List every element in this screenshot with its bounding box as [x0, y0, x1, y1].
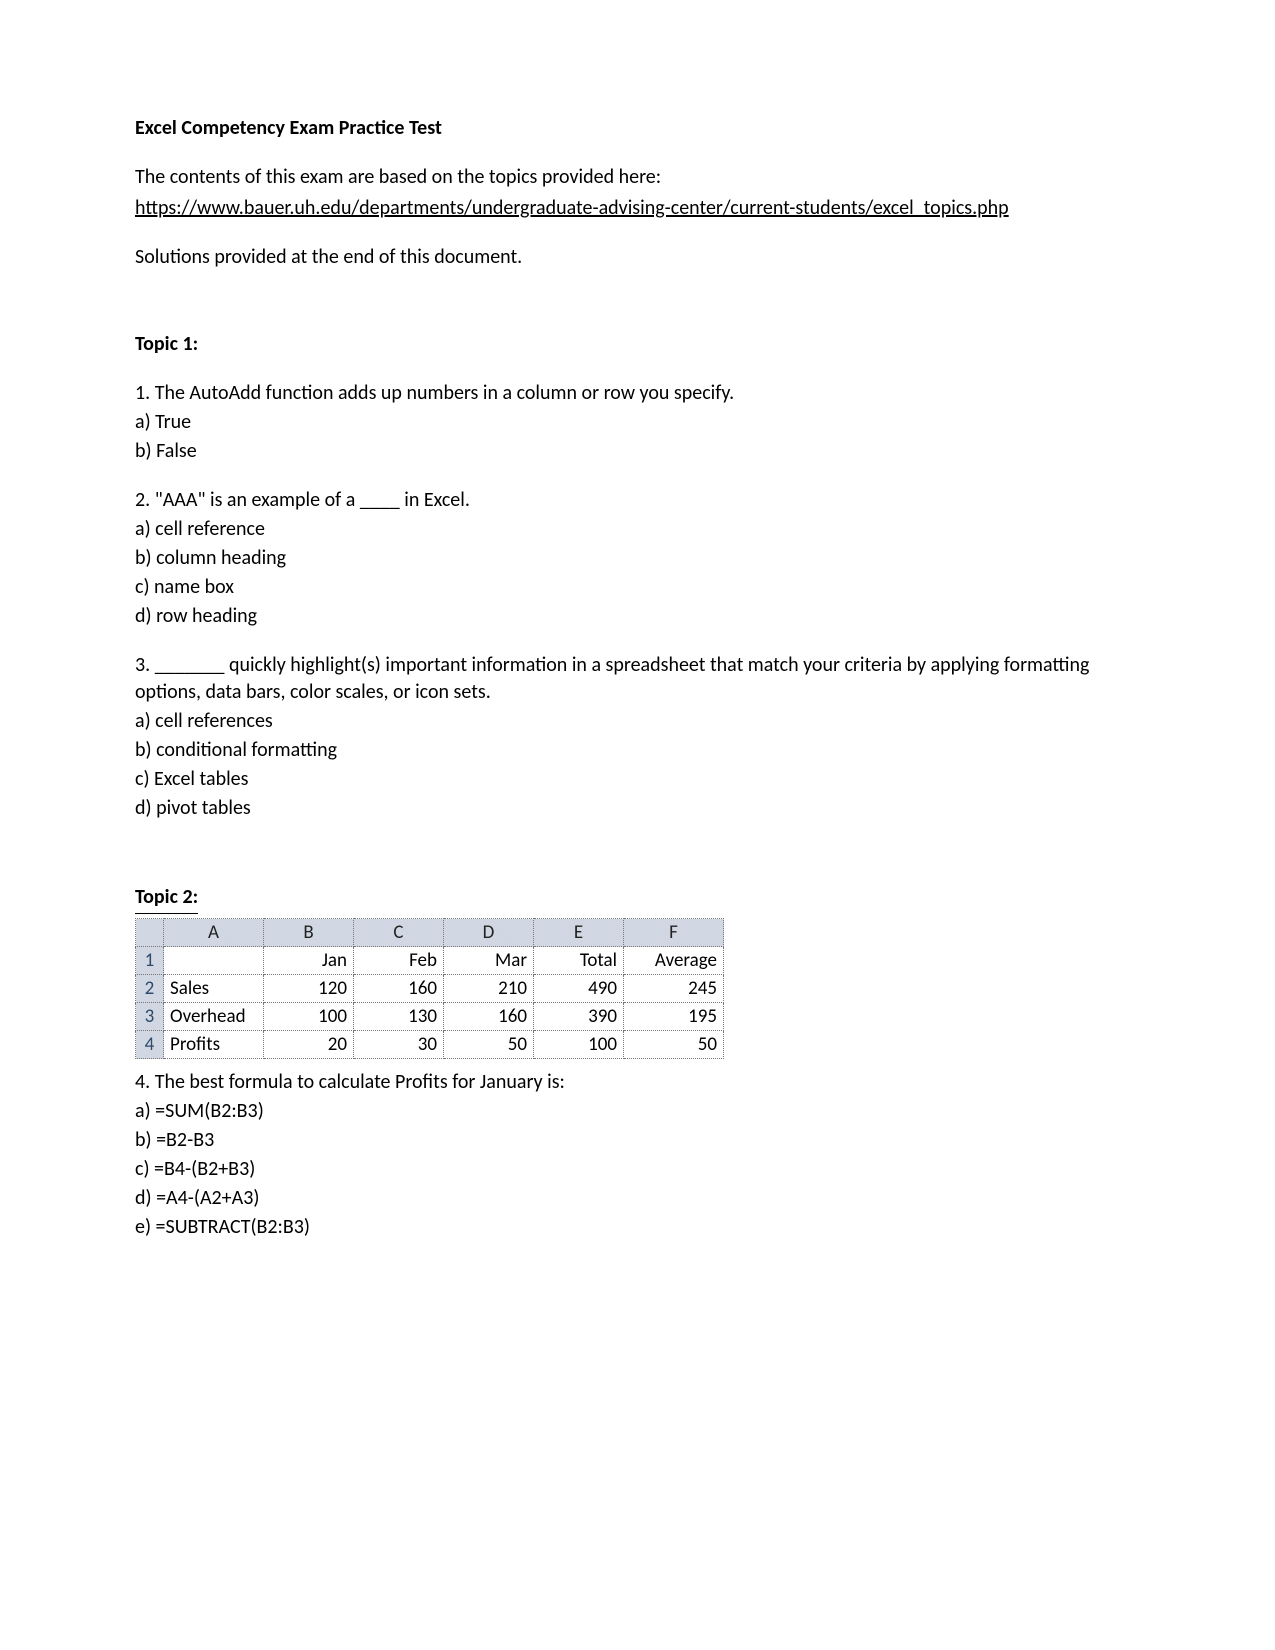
table-row: 2 Sales 120 160 210 490 245 — [136, 975, 724, 1003]
cell-C2: 160 — [354, 975, 444, 1003]
q2-option-a: a) cell reference — [135, 516, 1140, 543]
topic-2-heading: Topic 2: — [135, 884, 198, 914]
cell-F4: 50 — [624, 1031, 724, 1059]
table-row: 4 Profits 20 30 50 100 50 — [136, 1031, 724, 1059]
q3-option-c: c) Excel tables — [135, 766, 1140, 793]
q3-option-b: b) conditional formatting — [135, 737, 1140, 764]
q2-option-c: c) name box — [135, 574, 1140, 601]
cell-F1: Average — [624, 947, 724, 975]
cell-A1 — [164, 947, 264, 975]
q4-option-d: d) =A4-(A2+A3) — [135, 1185, 1140, 1212]
col-header-A: A — [164, 919, 264, 947]
cell-E4: 100 — [534, 1031, 624, 1059]
q3-option-d: d) pivot tables — [135, 795, 1140, 822]
q4-stem: 4. The best formula to calculate Profits… — [135, 1069, 1140, 1096]
q4-option-e: e) =SUBTRACT(B2:B3) — [135, 1214, 1140, 1241]
topic-1-heading: Topic 1: — [135, 331, 1140, 358]
cell-D1: Mar — [444, 947, 534, 975]
excel-table: A B C D E F 1 Jan Feb Mar Total Average … — [135, 918, 1140, 1059]
cell-E1: Total — [534, 947, 624, 975]
q2-stem: 2. "AAA" is an example of a ____ in Exce… — [135, 487, 1140, 514]
q2-option-d: d) row heading — [135, 603, 1140, 630]
page-title: Excel Competency Exam Practice Test — [135, 115, 1140, 142]
col-header-B: B — [264, 919, 354, 947]
table-row: 1 Jan Feb Mar Total Average — [136, 947, 724, 975]
cell-D2: 210 — [444, 975, 534, 1003]
spreadsheet: A B C D E F 1 Jan Feb Mar Total Average … — [135, 918, 724, 1059]
cell-C1: Feb — [354, 947, 444, 975]
col-header-D: D — [444, 919, 534, 947]
cell-B1: Jan — [264, 947, 354, 975]
q4-option-b: b) =B2-B3 — [135, 1127, 1140, 1154]
col-header-E: E — [534, 919, 624, 947]
question-1: 1. The AutoAdd function adds up numbers … — [135, 380, 1140, 465]
cell-A2: Sales — [164, 975, 264, 1003]
column-header-row: A B C D E F — [136, 919, 724, 947]
q2-option-b: b) column heading — [135, 545, 1140, 572]
col-header-C: C — [354, 919, 444, 947]
cell-C4: 30 — [354, 1031, 444, 1059]
col-header-F: F — [624, 919, 724, 947]
q4-option-a: a) =SUM(B2:B3) — [135, 1098, 1140, 1125]
table-row: 3 Overhead 100 130 160 390 195 — [136, 1003, 724, 1031]
q1-option-b: b) False — [135, 438, 1140, 465]
cell-B4: 20 — [264, 1031, 354, 1059]
question-2: 2. "AAA" is an example of a ____ in Exce… — [135, 487, 1140, 630]
topics-link[interactable]: https://www.bauer.uh.edu/departments/und… — [135, 196, 1009, 220]
cell-E3: 390 — [534, 1003, 624, 1031]
row-num-4: 4 — [136, 1031, 164, 1059]
cell-A4: Profits — [164, 1031, 264, 1059]
row-num-1: 1 — [136, 947, 164, 975]
row-num-3: 3 — [136, 1003, 164, 1031]
cell-A3: Overhead — [164, 1003, 264, 1031]
solutions-note: Solutions provided at the end of this do… — [135, 244, 1140, 271]
cell-D3: 160 — [444, 1003, 534, 1031]
cell-D4: 50 — [444, 1031, 534, 1059]
row-num-2: 2 — [136, 975, 164, 1003]
intro-text: The contents of this exam are based on t… — [135, 164, 1140, 191]
question-4: 4. The best formula to calculate Profits… — [135, 1069, 1140, 1241]
cell-F3: 195 — [624, 1003, 724, 1031]
cell-B3: 100 — [264, 1003, 354, 1031]
q3-option-a: a) cell references — [135, 708, 1140, 735]
q1-stem: 1. The AutoAdd function adds up numbers … — [135, 380, 1140, 407]
cell-B2: 120 — [264, 975, 354, 1003]
cell-C3: 130 — [354, 1003, 444, 1031]
q3-stem: 3. _______ quickly highlight(s) importan… — [135, 652, 1140, 706]
corner-cell — [136, 919, 164, 947]
question-3: 3. _______ quickly highlight(s) importan… — [135, 652, 1140, 822]
cell-F2: 245 — [624, 975, 724, 1003]
cell-E2: 490 — [534, 975, 624, 1003]
q1-option-a: a) True — [135, 409, 1140, 436]
q4-option-c: c) =B4-(B2+B3) — [135, 1156, 1140, 1183]
